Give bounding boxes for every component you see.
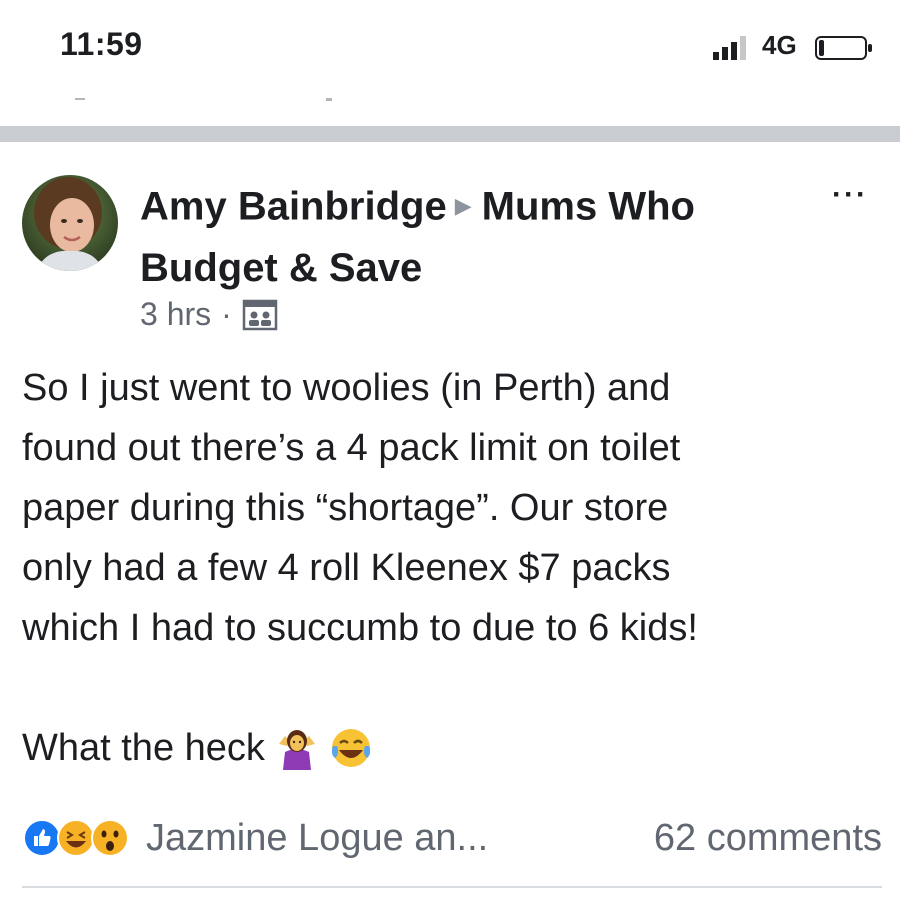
- post-meta: 3 hrs ·: [140, 296, 278, 333]
- arrow-right-icon: ▶: [454, 193, 472, 218]
- post-divider: [22, 886, 882, 888]
- network-type: 4G: [762, 30, 797, 60]
- author-avatar[interactable]: [22, 175, 118, 271]
- wow-icon: [91, 819, 129, 857]
- reactors-text[interactable]: Jazmine Logue an...: [146, 817, 488, 860]
- reaction-summary[interactable]: [22, 818, 129, 858]
- tears-of-joy-emoji: [331, 729, 371, 767]
- screen: 11:59 4G Amy Bainbridge ▶ Mums Who Budge…: [0, 0, 900, 900]
- post-timestamp[interactable]: 3 hrs: [140, 296, 211, 333]
- comments-count[interactable]: 62 comments: [654, 817, 882, 860]
- battery-icon: [815, 36, 872, 60]
- status-time: 11:59: [60, 26, 143, 62]
- post-text-line: found out there’s a 4 pack limit on toil…: [22, 427, 681, 469]
- status-artifact: [326, 98, 332, 101]
- post-text-line: only had a few 4 roll Kleenex $7 packs: [22, 547, 671, 589]
- post-closing-line: What the heck: [22, 720, 373, 776]
- group-icon: [242, 299, 278, 330]
- signal-icon: [713, 36, 746, 60]
- status-artifact: [75, 98, 85, 100]
- post-text-line: which I had to succumb to due to 6 kids!: [22, 607, 698, 649]
- status-bar: 11:59 4G: [0, 0, 900, 110]
- feed-divider: [0, 126, 900, 142]
- post-text-line: paper during this “shortage”. Our store: [22, 487, 669, 529]
- meta-separator: ·: [221, 296, 232, 332]
- woman-shrugging-emoji: [278, 730, 315, 770]
- more-options-button[interactable]: ···: [832, 178, 868, 212]
- post-header-title: Amy Bainbridge ▶ Mums Who Budget & Save: [140, 178, 790, 296]
- post-text-line: So I just went to woolies (in Perth) and: [22, 367, 671, 409]
- author-name[interactable]: Amy Bainbridge: [140, 185, 447, 229]
- post-closing-text: What the heck: [22, 727, 265, 769]
- avatar-image: [22, 175, 118, 271]
- reactions-row: Jazmine Logue an... 62 comments: [22, 810, 882, 866]
- post-body: So I just went to woolies (in Perth) and…: [22, 358, 882, 658]
